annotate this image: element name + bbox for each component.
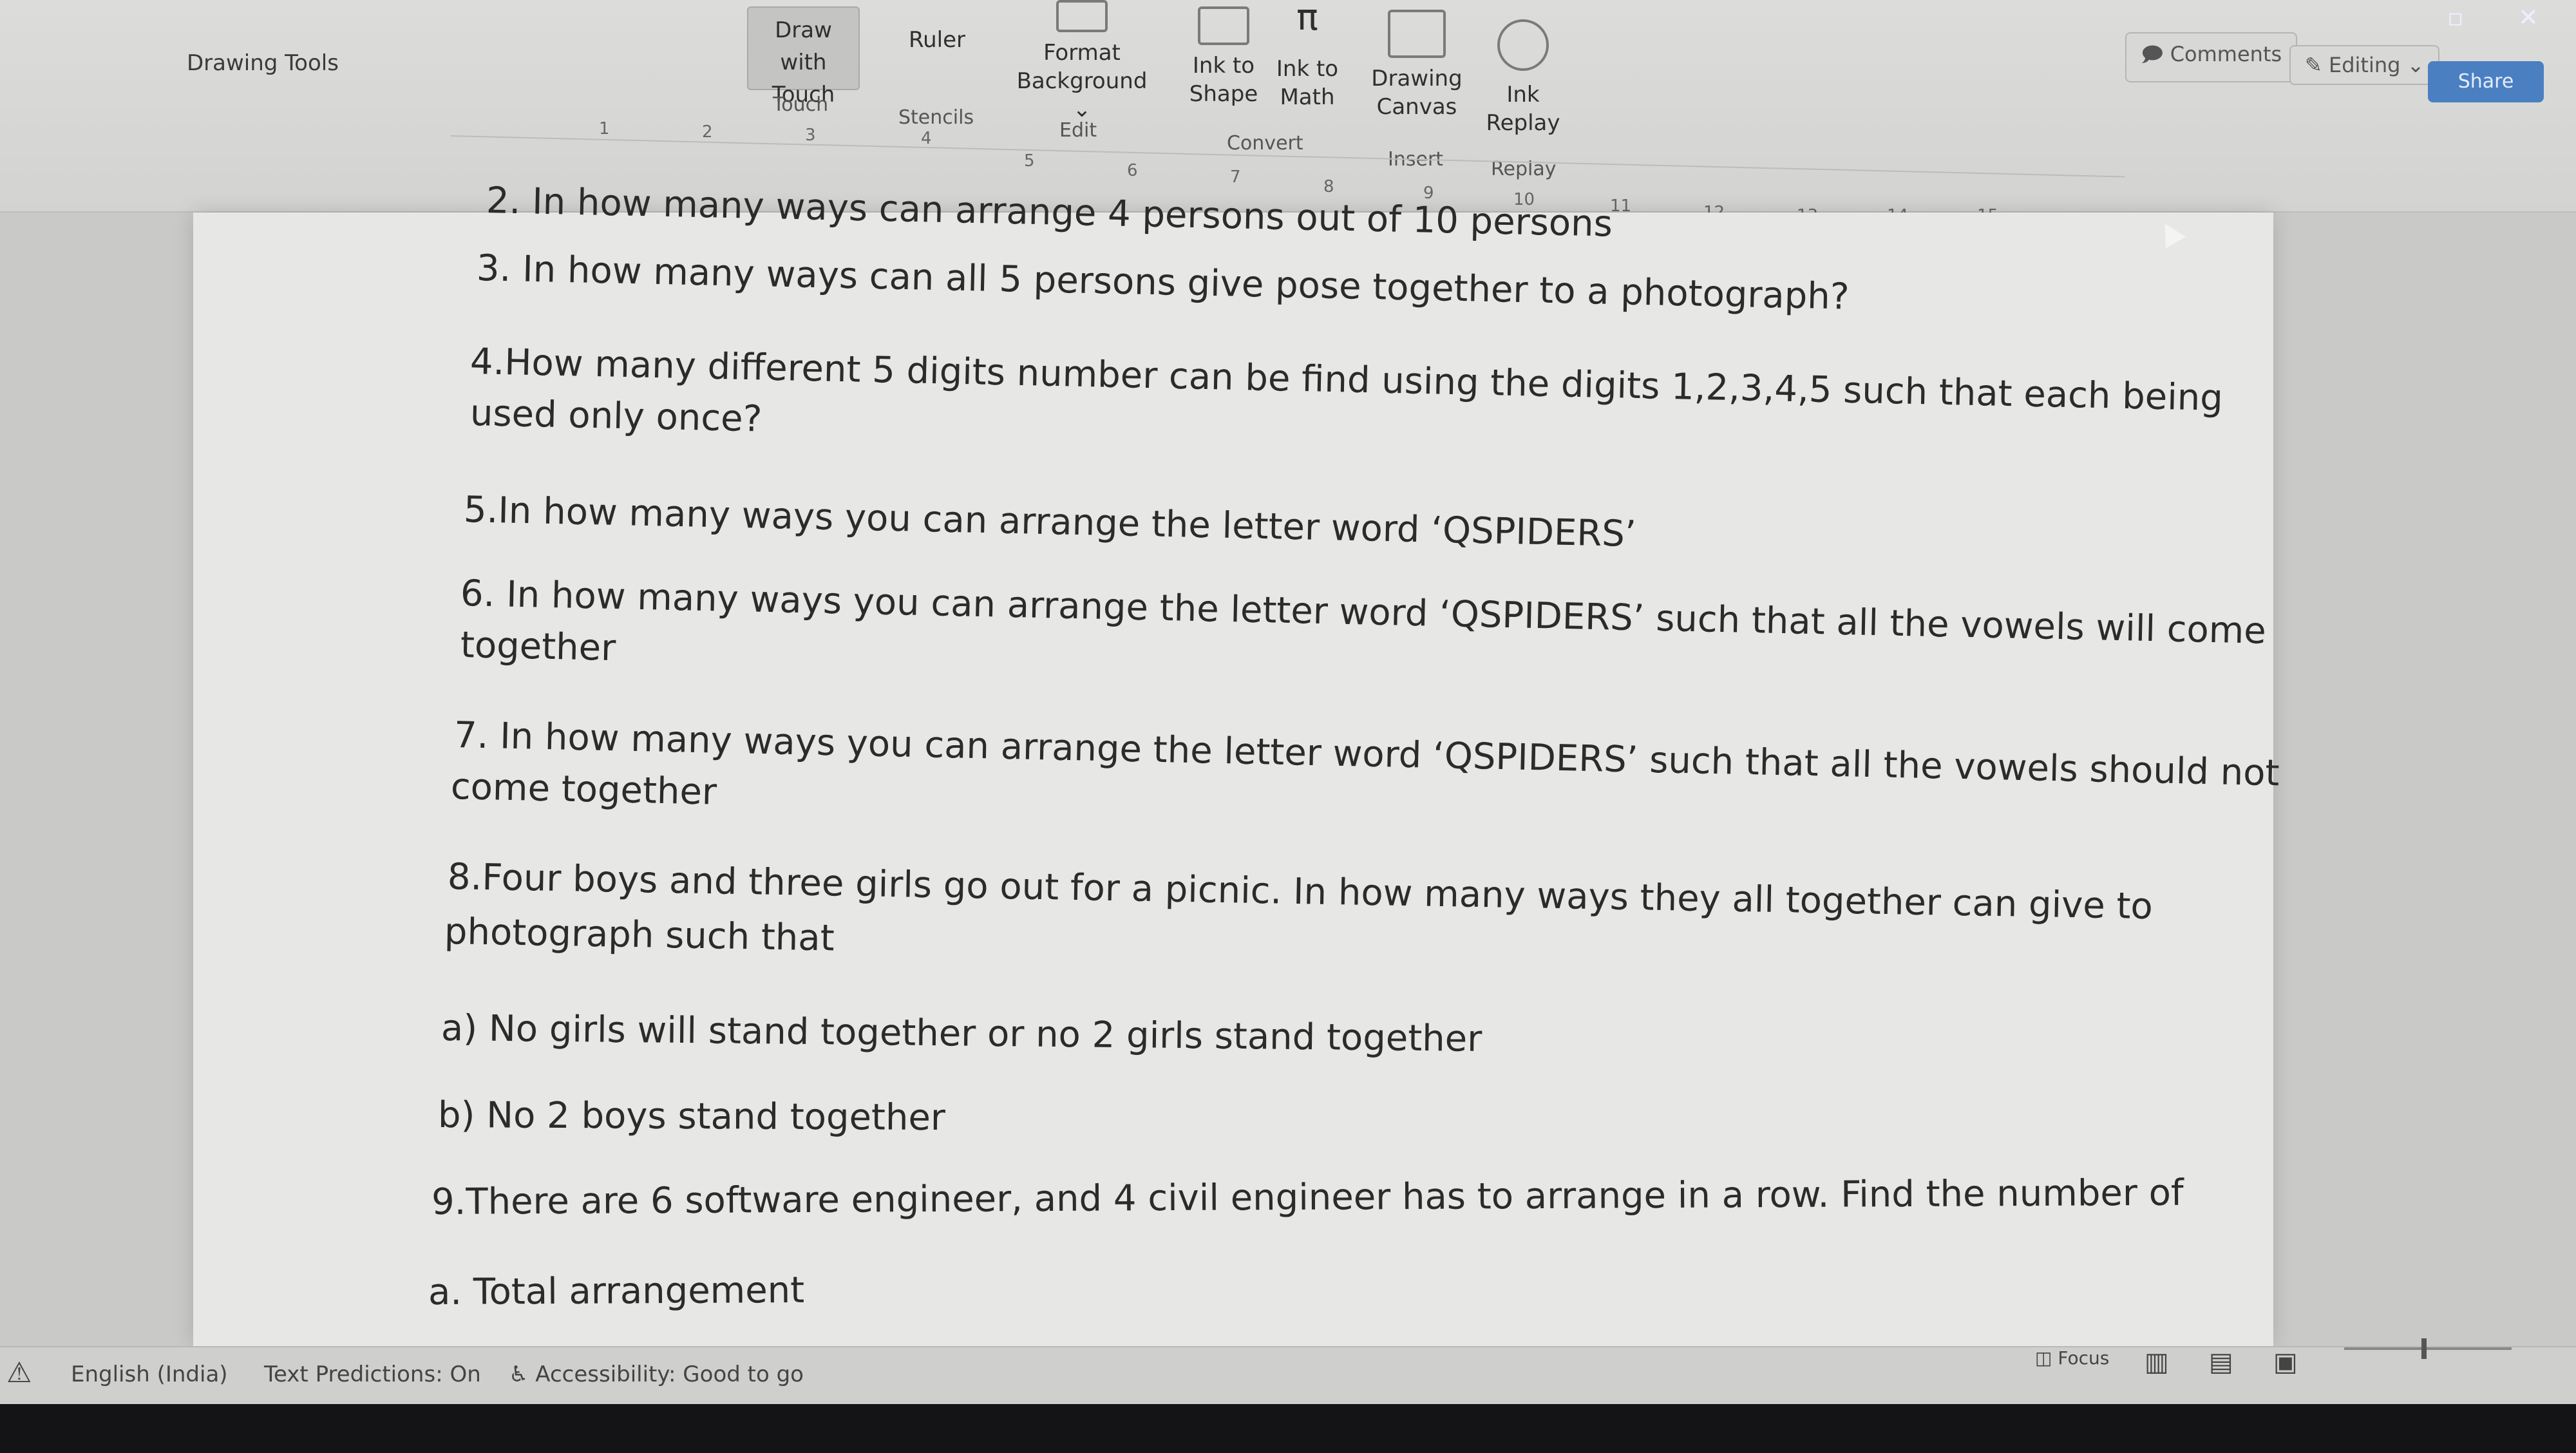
question-8a[interactable]: a) No girls will stand together or no 2 …: [441, 1002, 1482, 1067]
ruler-tick: 3: [805, 126, 816, 145]
question-6-continued[interactable]: together: [460, 618, 616, 676]
comments-button[interactable]: 🗩 Comments: [2125, 32, 2298, 82]
ruler-tick: 1: [599, 119, 610, 138]
question-7-continued[interactable]: come together: [450, 760, 717, 820]
status-bar: ⚠ English (India) Text Predictions: On ♿…: [0, 1338, 2576, 1404]
ink-to-shape-button[interactable]: Ink to Shape: [1185, 52, 1262, 108]
question-9a[interactable]: a. Total arrangement: [428, 1264, 805, 1320]
ruler-button[interactable]: Ruler: [902, 26, 972, 54]
focus-button[interactable]: ◫ Focus: [2035, 1347, 2109, 1369]
web-layout-icon[interactable]: ▣: [2273, 1347, 2298, 1377]
ink-to-math-icon: π: [1296, 0, 1318, 39]
question-7[interactable]: 7. In how many ways you can arrange the …: [453, 708, 2280, 801]
drawing-canvas-button[interactable]: Drawing Canvas: [1365, 64, 1468, 121]
screen: Drawing Tools Draw with Touch Ruler Form…: [0, 0, 2576, 1453]
format-background-button[interactable]: Format Background ⌄: [1005, 39, 1159, 124]
zoom-slider[interactable]: [2344, 1347, 2512, 1350]
drawing-tools-label: Drawing Tools: [187, 50, 339, 76]
pencil-icon: ✎: [2305, 53, 2329, 77]
ruler-tick: 2: [702, 122, 713, 142]
comment-icon: 🗩: [2141, 42, 2170, 66]
ruler-tick: 6: [1127, 161, 1138, 180]
proofing-icon[interactable]: ⚠: [6, 1356, 32, 1389]
group-touch-label: Touch: [773, 93, 829, 116]
ruler-tick: 7: [1230, 167, 1241, 187]
accessibility-icon: ♿: [509, 1362, 536, 1387]
ink-to-shape-icon: [1198, 6, 1249, 45]
question-6[interactable]: 6. In how many ways you can arrange the …: [460, 567, 2267, 659]
ink-replay-icon: [1497, 19, 1549, 71]
question-9[interactable]: 9.There are 6 software engineer, and 4 c…: [431, 1166, 2184, 1230]
share-button[interactable]: Share: [2428, 61, 2544, 102]
accessibility-indicator[interactable]: ♿ Accessibility: Good to go: [509, 1362, 804, 1387]
close-window-icon[interactable]: ✕: [2518, 3, 2539, 32]
question-4-continued[interactable]: used only once?: [469, 386, 762, 446]
question-8b[interactable]: b) No 2 boys stand together: [438, 1088, 945, 1145]
monitor-bezel: [0, 1404, 2576, 1453]
ruler-tick: 4: [921, 129, 932, 148]
text-predictions-indicator[interactable]: Text Predictions: On: [264, 1362, 481, 1387]
focus-icon: ◫: [2035, 1347, 2058, 1369]
drawing-canvas-icon: [1388, 10, 1446, 58]
draw-with-touch-button[interactable]: Draw with Touch: [747, 6, 860, 108]
language-indicator[interactable]: English (India): [71, 1362, 228, 1387]
question-5[interactable]: 5.In how many ways you can arrange the l…: [463, 483, 1636, 562]
question-3[interactable]: 3. In how many ways can all 5 persons gi…: [476, 242, 1850, 325]
editing-mode-button[interactable]: ✎ Editing ⌄: [2289, 45, 2440, 85]
read-mode-icon[interactable]: ▥: [2145, 1347, 2169, 1377]
ribbon: Drawing Tools Draw with Touch Ruler Form…: [0, 0, 2576, 241]
zoom-slider-thumb[interactable]: [2421, 1338, 2427, 1359]
restore-window-icon[interactable]: ▫: [2447, 3, 2464, 32]
ruler-tick: 5: [1024, 151, 1035, 171]
format-background-icon: [1056, 0, 1108, 32]
ink-to-math-button[interactable]: Ink to Math: [1265, 55, 1349, 111]
question-8-continued[interactable]: photograph such that: [444, 905, 835, 966]
document-page[interactable]: 2. In how many ways can arrange 4 person…: [193, 180, 2280, 1346]
print-layout-icon[interactable]: ▤: [2209, 1347, 2233, 1377]
